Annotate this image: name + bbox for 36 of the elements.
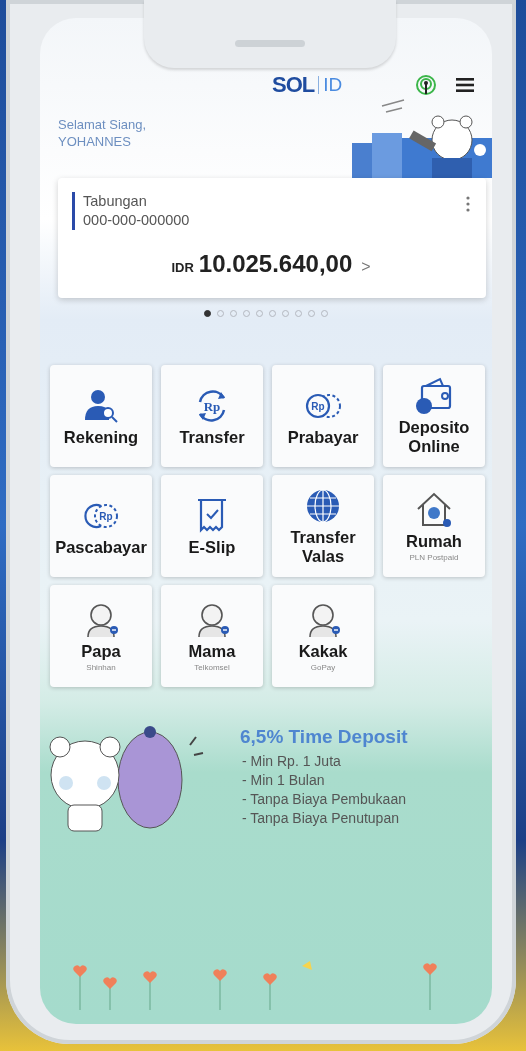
account-type: Tabungan: [83, 192, 147, 211]
promo-point: - Tanpa Biaya Pembukaan: [241, 790, 407, 809]
promo-point: - Tanpa Biaya Penutupan: [241, 809, 400, 828]
menu-tile[interactable]: Rp Prabayar: [272, 365, 374, 467]
chevron-icon[interactable]: >: [361, 258, 371, 276]
wallet-icon: [414, 376, 454, 416]
logo-text: SOL: [272, 72, 315, 98]
menu-tile[interactable]: Mama Telkomsel: [161, 585, 263, 687]
antenna-icon[interactable]: [416, 75, 436, 95]
promo-banner[interactable]: 6,5% Time Deposit - Min Rp. 1 Juta - Min 1 Bulan - Tanpa Biaya Pembukaan - Tanpa Biaya Penutupan: [40, 687, 492, 1024]
menu-tile[interactable]: Rekening: [50, 365, 152, 467]
menu-tile[interactable]: Kakak GoPay: [272, 585, 374, 687]
user-name: YOHANNES: [58, 133, 132, 150]
account-number: 000-000-000000: [83, 211, 190, 230]
carousel-dot[interactable]: [204, 310, 211, 317]
menu-tile[interactable]: Rumah PLN Postpaid: [383, 475, 485, 577]
tile-subtitle: GoPay: [310, 663, 336, 672]
menu-tile[interactable]: Papa Shinhan: [50, 585, 152, 687]
account-card[interactable]: Tabungan 000-000-000000 IDR 10.025.640,00 >: [58, 178, 486, 298]
menu-tile[interactable]: Deposito Online: [383, 365, 485, 467]
tile-subtitle: Telkomsel: [194, 663, 230, 672]
greeting-text: Selamat Siang,: [58, 116, 147, 133]
menu-tile[interactable]: E-Slip: [161, 475, 263, 577]
tile-subtitle: PLN Postpaid: [409, 553, 459, 562]
promo-point: - Min 1 Bulan: [241, 771, 326, 790]
promo-point: - Min Rp. 1 Juta: [241, 752, 342, 771]
balance-amount: 10.025.640,00: [198, 250, 353, 278]
currency-label: IDR: [171, 260, 194, 275]
promo-title: 6,5% Time Deposit: [240, 727, 408, 746]
tile-subtitle: Shinhan: [86, 663, 116, 672]
menu-icon[interactable]: [456, 77, 474, 93]
logo-suffix: ID: [323, 74, 343, 96]
menu-tile[interactable]: Rp Transfer: [161, 365, 263, 467]
menu-tile[interactable]: Rp Pascabayar: [50, 475, 152, 577]
more-icon[interactable]: [466, 196, 470, 212]
menu-tile[interactable]: Transfer Valas: [272, 475, 374, 577]
